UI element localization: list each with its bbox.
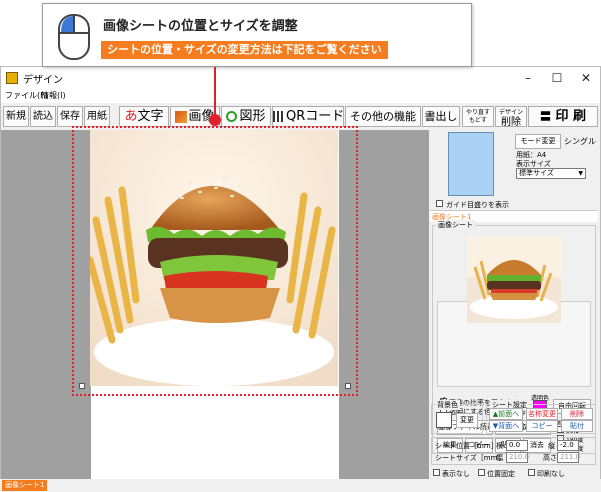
chevron-down-icon: ▼ bbox=[578, 170, 583, 177]
shape-button[interactable]: 図形 bbox=[221, 106, 271, 127]
status-bar: 画像シート1 bbox=[0, 479, 601, 492]
resize-handle-bottom-right[interactable] bbox=[345, 383, 351, 389]
instruction-callout: 画像シートの位置とサイズを調整 シートの位置・サイズの変更方法は下記をご覧くださ… bbox=[42, 3, 472, 67]
other-functions-button[interactable]: その他の機能 bbox=[345, 106, 421, 127]
printer-icon: 〓 bbox=[539, 110, 551, 123]
image-sheet-thumbnail bbox=[467, 237, 561, 323]
menu-info[interactable]: 情報(I) bbox=[41, 90, 66, 101]
callout-pointer-line bbox=[214, 67, 216, 117]
design-label: デザイン bbox=[498, 109, 523, 116]
app-icon bbox=[6, 72, 18, 84]
back-button[interactable]: ▼背面へ bbox=[489, 420, 523, 432]
bg-color-label: 背景色 bbox=[435, 400, 460, 410]
undo-label: もどす bbox=[469, 117, 487, 124]
display-size-value: 標準サイズ bbox=[519, 169, 554, 177]
minimize-icon[interactable]: – bbox=[513, 69, 543, 87]
undo-redo-button[interactable]: やり直す もどす bbox=[462, 106, 494, 127]
text-button-label: 文字 bbox=[137, 109, 164, 124]
rename-button[interactable]: 名称変更 bbox=[526, 408, 558, 420]
y-label: 縦 bbox=[548, 442, 555, 450]
text-button[interactable]: あ文字 bbox=[119, 106, 169, 127]
display-size-select[interactable]: 標準サイズ ▼ bbox=[516, 168, 586, 179]
sheet-selection-frame[interactable] bbox=[72, 126, 358, 396]
y-field[interactable]: -2.0 bbox=[557, 440, 579, 451]
w-label: 幅 bbox=[496, 454, 503, 462]
qr-button-label: QRコード bbox=[286, 109, 345, 124]
menu-bar: ファイル(F) 情報(I) bbox=[1, 89, 600, 103]
image-sheet-group-label: 画像シート bbox=[436, 220, 475, 230]
bg-color-swatch[interactable] bbox=[436, 412, 452, 428]
no-print-label: 印刷なし bbox=[537, 470, 565, 478]
mouse-icon bbox=[58, 14, 90, 60]
redo-label: やり直す bbox=[465, 109, 490, 116]
window-title: デザイン bbox=[23, 75, 63, 86]
sheet-copy-button[interactable]: コピー bbox=[526, 420, 558, 432]
title-bar: デザイン – ☐ ✕ bbox=[1, 67, 600, 89]
x-label: 横 bbox=[496, 442, 503, 450]
callout-title: 画像シートの位置とサイズを調整 bbox=[103, 19, 298, 34]
hide-label: 表示なし bbox=[442, 470, 470, 478]
design-delete-button[interactable]: デザイン 削除 bbox=[495, 106, 527, 128]
size-label: シートサイズ［mm］ bbox=[435, 454, 505, 462]
sheet-delete-button[interactable]: 削除 bbox=[561, 408, 593, 420]
delete-label: 削除 bbox=[501, 117, 521, 128]
h-label: 高さ bbox=[543, 454, 557, 462]
qr-button[interactable]: QRコード bbox=[272, 106, 344, 127]
resize-handle-bottom-left[interactable] bbox=[79, 383, 85, 389]
image-icon bbox=[175, 110, 188, 123]
new-button[interactable]: 新規 bbox=[3, 106, 29, 127]
print-button-label: 印 刷 bbox=[555, 109, 587, 124]
paper-button[interactable]: 用紙 bbox=[84, 106, 110, 127]
open-button[interactable]: 読込 bbox=[30, 106, 56, 127]
text-icon: あ bbox=[124, 109, 138, 124]
height-field[interactable]: 211.0 bbox=[557, 452, 580, 463]
status-sheet-tab[interactable]: 画像シート1 bbox=[2, 480, 48, 491]
lock-position-label: 位置固定 bbox=[487, 470, 515, 478]
qr-icon bbox=[273, 111, 284, 122]
front-button[interactable]: ▲前面へ bbox=[489, 408, 523, 420]
sheet-paste-button[interactable]: 貼付 bbox=[561, 420, 593, 432]
print-button[interactable]: 〓 印 刷 bbox=[528, 106, 598, 127]
maximize-icon[interactable]: ☐ bbox=[542, 69, 572, 87]
close-icon[interactable]: ✕ bbox=[571, 69, 601, 87]
hide-checkbox[interactable] bbox=[433, 469, 440, 476]
width-field[interactable]: 210.0 bbox=[506, 452, 529, 463]
no-print-checkbox[interactable] bbox=[528, 469, 535, 476]
bg-color-change-button[interactable]: 変更 bbox=[456, 413, 478, 428]
save-button[interactable]: 保存 bbox=[57, 106, 83, 127]
position-label: シート位置［mm］ bbox=[435, 442, 498, 450]
shape-button-label: 図形 bbox=[239, 109, 266, 124]
guide-checkbox[interactable] bbox=[436, 200, 443, 207]
circle-icon bbox=[226, 111, 238, 122]
write-out-button[interactable]: 書出し bbox=[422, 106, 460, 127]
lock-position-checkbox[interactable] bbox=[478, 469, 485, 476]
callout-pointer-dot bbox=[209, 114, 221, 126]
x-field[interactable]: 0.0 bbox=[506, 440, 528, 451]
mode-change-button[interactable]: モード変更 bbox=[515, 134, 561, 149]
callout-subtitle: シートの位置・サイズの変更方法は下記をご覧ください bbox=[101, 41, 388, 59]
guide-checkbox-label: ガイド目盛りを表示 bbox=[446, 201, 509, 209]
mode-value: シングル bbox=[564, 137, 596, 146]
page-preview bbox=[448, 132, 494, 196]
